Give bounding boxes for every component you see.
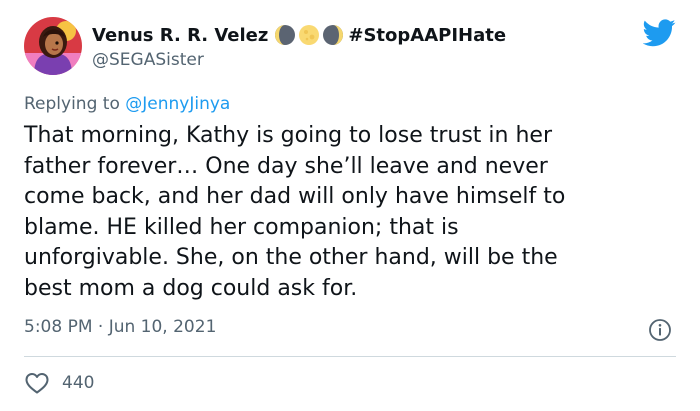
author-name-hashtag: #StopAAPIHate: [348, 24, 507, 46]
avatar[interactable]: [24, 17, 82, 75]
waxing-moon-emoji: [323, 25, 344, 45]
name-emojis: [274, 24, 344, 46]
reply-mention-link[interactable]: @JennyJinya: [125, 94, 230, 114]
author-display-name[interactable]: Venus R. R. Velez: [92, 25, 268, 46]
tweet-timestamp[interactable]: 5:08 PM · Jun 10, 2021: [24, 317, 216, 337]
like-count: 440: [62, 373, 95, 393]
like-action[interactable]: 440: [24, 370, 94, 396]
author-handle[interactable]: @SEGASister: [92, 50, 204, 70]
info-icon[interactable]: [648, 318, 672, 342]
waning-moon-emoji: [275, 25, 296, 45]
tweet-text: That morning, Kathy is going to lose tru…: [24, 123, 566, 301]
replying-to-line: Replying to @JennyJinya: [24, 94, 230, 114]
twitter-bird-icon[interactable]: [643, 19, 676, 47]
divider: [24, 356, 676, 357]
full-moon-emoji: [299, 25, 320, 45]
author-name-line: Venus R. R. Velez #StopAAPIHate: [92, 22, 506, 48]
replying-to-label: Replying to: [24, 94, 126, 114]
heart-icon[interactable]: [24, 371, 50, 395]
